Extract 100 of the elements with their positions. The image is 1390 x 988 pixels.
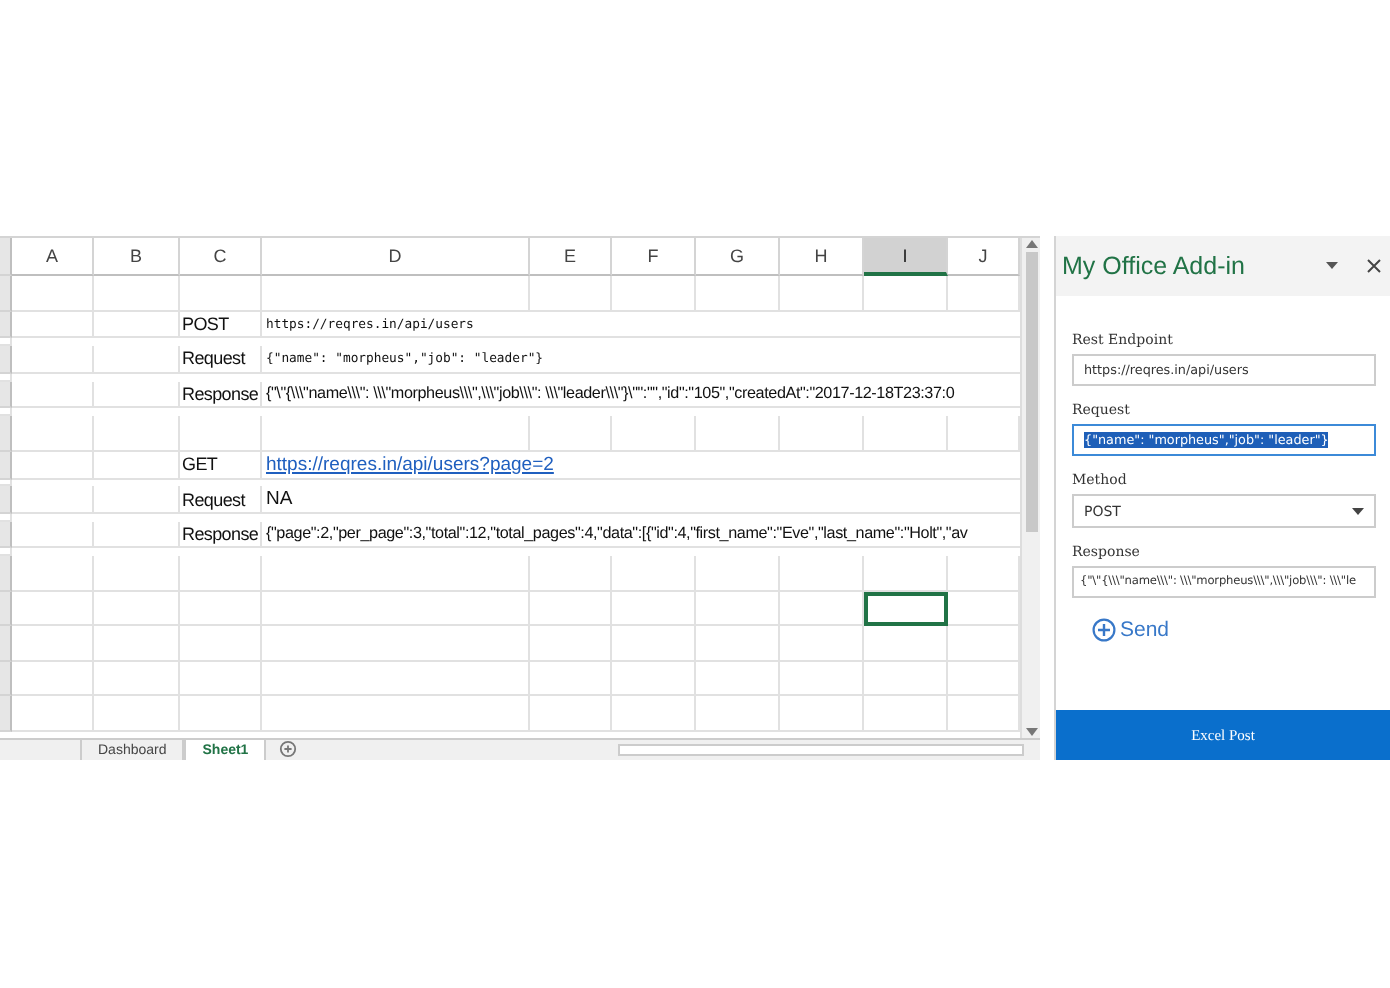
- caret-icon[interactable]: [1352, 507, 1364, 515]
- table-cell: Response: [180, 521, 262, 549]
- row-header[interactable]: [0, 416, 12, 451]
- table-cell: [12, 381, 94, 409]
- table-cell: [612, 276, 696, 311]
- table-cell: [696, 416, 780, 451]
- table-cell: [12, 626, 94, 661]
- column-header[interactable]: C: [180, 238, 262, 276]
- table-cell: [94, 416, 180, 451]
- column-header[interactable]: F: [612, 238, 696, 276]
- horizontal-scrollbar[interactable]: [618, 744, 1024, 756]
- row-header[interactable]: [0, 591, 12, 626]
- column-header[interactable]: A: [12, 238, 94, 276]
- table-cell: [180, 626, 262, 661]
- table-cell: [530, 696, 612, 731]
- table-cell: NA: [262, 486, 1020, 515]
- table-cell: [94, 486, 180, 515]
- table-cell: [530, 416, 612, 451]
- plus-circle-icon: [1092, 618, 1116, 642]
- column-header[interactable]: I: [864, 238, 948, 276]
- table-cell: [12, 486, 94, 515]
- table-cell: [94, 626, 180, 661]
- table-cell: [12, 346, 94, 374]
- table-cell: [780, 661, 864, 696]
- table-cell: [696, 661, 780, 696]
- add-sheet-icon[interactable]: [278, 740, 299, 758]
- table-cell: [12, 311, 94, 339]
- table-cell: [530, 626, 612, 661]
- table-cell: [530, 661, 612, 696]
- table-cell: [864, 626, 948, 661]
- table-cell: [94, 521, 180, 549]
- row-header[interactable]: [0, 311, 12, 339]
- table-cell: [12, 591, 94, 626]
- table-cell: [180, 591, 262, 626]
- vertical-scrollbar[interactable]: [1020, 238, 1040, 738]
- close-icon[interactable]: [1366, 258, 1382, 274]
- table-cell: [780, 626, 864, 661]
- row-header[interactable]: [0, 556, 12, 591]
- dropdown-caret-icon[interactable]: [1326, 262, 1338, 270]
- table-cell: [612, 591, 696, 626]
- table-cell: [864, 661, 948, 696]
- table-cell: [612, 626, 696, 661]
- table-cell: [864, 556, 948, 591]
- table-cell: [780, 416, 864, 451]
- table-cell: [612, 696, 696, 731]
- row-header[interactable]: [0, 276, 12, 311]
- table-cell: [94, 451, 180, 480]
- table-cell: [780, 591, 864, 626]
- table-cell: [696, 696, 780, 731]
- table-cell: [94, 381, 180, 409]
- table-cell: {"\"{\\\"name\\\": \\\"morpheus\\\",\\\"job\\\": \\\"leader\\\"}\"":"","id":"105","createdAt":"2017-12-18T23:37:0: [262, 381, 1020, 409]
- table-cell: [12, 521, 94, 549]
- table-cell: [180, 696, 262, 731]
- table-cell: [12, 276, 94, 311]
- row-header[interactable]: [0, 696, 12, 731]
- table-cell: [864, 696, 948, 731]
- table-cell: [530, 591, 612, 626]
- table-cell: [180, 276, 262, 311]
- row-header[interactable]: [0, 521, 12, 549]
- table-cell: [94, 661, 180, 696]
- table-cell: [94, 311, 180, 339]
- table-cell: Request: [180, 486, 262, 515]
- table-cell: [530, 276, 612, 311]
- table-cell: [94, 276, 180, 311]
- table-cell: [12, 451, 94, 480]
- table-cell: {"page":2,"per_page":3,"total":12,"total_pages":4,"data":[{"id":4,"first_name":"Eve","last_name":"Holt","av: [262, 521, 1020, 549]
- table-cell: [94, 591, 180, 626]
- table-cell: [12, 416, 94, 451]
- row-header[interactable]: [0, 486, 12, 515]
- table-cell: [94, 346, 180, 374]
- table-cell: [696, 591, 780, 626]
- row-header[interactable]: [0, 381, 12, 409]
- table-cell: [864, 416, 948, 451]
- row-header[interactable]: [0, 451, 12, 480]
- table-cell: [94, 696, 180, 731]
- table-cell: [180, 416, 262, 451]
- row-header[interactable]: [0, 661, 12, 696]
- select-all-corner[interactable]: [0, 238, 12, 276]
- table-cell: [780, 276, 864, 311]
- table-cell: [180, 661, 262, 696]
- column-header[interactable]: E: [530, 238, 612, 276]
- table-cell: [612, 661, 696, 696]
- pane-title: My Office Add-in: [1062, 252, 1247, 280]
- table-cell: [696, 626, 780, 661]
- table-cell: [12, 696, 94, 731]
- column-header[interactable]: D: [262, 238, 530, 276]
- row-header[interactable]: [0, 626, 12, 661]
- column-header[interactable]: B: [94, 238, 180, 276]
- column-header[interactable]: G: [696, 238, 780, 276]
- table-cell: [780, 696, 864, 731]
- table-cell: Request: [180, 346, 262, 374]
- table-cell: Response: [180, 381, 262, 409]
- table-cell: POST: [180, 311, 262, 339]
- table-cell: [612, 416, 696, 451]
- url-link[interactable]: https://reqres.in/api/users?page=2: [262, 451, 1020, 480]
- row-header[interactable]: [0, 346, 12, 374]
- table-cell: [12, 661, 94, 696]
- send-button[interactable]: Send: [1092, 618, 1170, 642]
- table-cell: [696, 276, 780, 311]
- scroll-up-icon[interactable]: [1025, 238, 1037, 248]
